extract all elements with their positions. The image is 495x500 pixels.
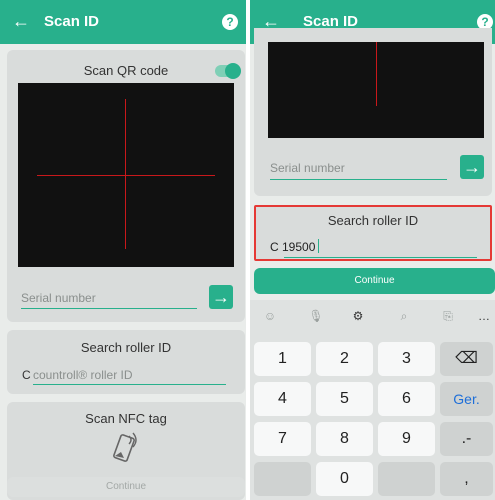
blank-key bbox=[254, 462, 311, 496]
toggle-knob bbox=[225, 63, 241, 79]
serial-submit-button[interactable]: → bbox=[209, 285, 233, 309]
serial-number-input[interactable]: Serial number bbox=[270, 161, 345, 175]
text-cursor bbox=[318, 239, 319, 253]
blank-key bbox=[378, 462, 435, 496]
qr-scan-card: Serial number → bbox=[254, 28, 492, 196]
roller-card-title: Search roller ID bbox=[80, 340, 172, 355]
crosshair-vertical bbox=[125, 99, 126, 249]
right-screen: ← Scan ID ? Serial number → Search rolle… bbox=[250, 0, 495, 500]
back-arrow-icon[interactable]: ← bbox=[12, 11, 30, 31]
roller-id-underline bbox=[33, 384, 226, 385]
continue-button[interactable]: Continue bbox=[7, 477, 245, 497]
enter-key[interactable]: Ger. bbox=[440, 382, 493, 416]
serial-number-input[interactable]: Serial number bbox=[21, 291, 96, 305]
key-6[interactable]: 6 bbox=[378, 382, 435, 416]
emoji-icon[interactable]: ☺ bbox=[262, 308, 278, 324]
symbols-key[interactable]: .- bbox=[440, 422, 493, 456]
key-3[interactable]: 3 bbox=[378, 342, 435, 376]
key-8[interactable]: 8 bbox=[316, 422, 373, 456]
search-icon[interactable]: ⌕ bbox=[396, 308, 412, 324]
roller-search-card: Search roller ID C countroll® roller ID bbox=[7, 330, 245, 394]
key-7[interactable]: 7 bbox=[254, 422, 311, 456]
help-icon[interactable]: ? bbox=[222, 14, 238, 30]
comma-key[interactable]: , bbox=[440, 462, 493, 496]
roller-prefix: C bbox=[22, 368, 31, 382]
roller-id-underline bbox=[284, 257, 477, 258]
roller-id-input[interactable]: C 19500 bbox=[270, 240, 315, 254]
serial-submit-button[interactable]: → bbox=[460, 155, 484, 179]
screenshot-stage: ← Scan ID ? Scan QR code Serial number →… bbox=[0, 0, 495, 500]
qr-card-title: Scan QR code bbox=[83, 63, 169, 78]
key-2[interactable]: 2 bbox=[316, 342, 373, 376]
key-9[interactable]: 9 bbox=[378, 422, 435, 456]
camera-viewfinder bbox=[18, 83, 234, 267]
soft-keyboard: ☺ 🎙 ⚙ ⌕ ⎘ … 1 2 3 ⌫ 4 5 6 Ger. 7 8 9 .- … bbox=[250, 300, 495, 500]
camera-viewfinder bbox=[268, 42, 484, 138]
key-4[interactable]: 4 bbox=[254, 382, 311, 416]
serial-number-underline bbox=[270, 179, 447, 180]
clipboard-icon[interactable]: ⎘ bbox=[440, 308, 456, 324]
roller-card-title: Search roller ID bbox=[327, 213, 419, 228]
crosshair-horizontal bbox=[37, 175, 215, 176]
key-5[interactable]: 5 bbox=[316, 382, 373, 416]
qr-toggle-switch[interactable] bbox=[215, 63, 241, 79]
backspace-key[interactable]: ⌫ bbox=[440, 342, 493, 376]
nfc-phone-icon[interactable] bbox=[109, 430, 143, 464]
microphone-icon[interactable]: 🎙 bbox=[308, 308, 324, 324]
serial-number-underline bbox=[21, 308, 197, 309]
continue-button[interactable]: Continue bbox=[254, 268, 495, 294]
page-title: Scan ID bbox=[44, 13, 100, 30]
app-bar: ← Scan ID ? bbox=[0, 0, 246, 44]
more-icon[interactable]: … bbox=[476, 308, 492, 324]
nfc-card-title: Scan NFC tag bbox=[85, 411, 167, 426]
left-screen: ← Scan ID ? Scan QR code Serial number →… bbox=[0, 0, 246, 500]
crosshair-vertical bbox=[376, 42, 377, 106]
roller-id-input[interactable]: countroll® roller ID bbox=[33, 368, 133, 382]
roller-search-card: Search roller ID C 19500 bbox=[254, 205, 492, 261]
key-0[interactable]: 0 bbox=[316, 462, 373, 496]
qr-scan-card: Scan QR code Serial number → bbox=[7, 50, 245, 322]
key-1[interactable]: 1 bbox=[254, 342, 311, 376]
settings-icon[interactable]: ⚙ bbox=[350, 308, 366, 324]
